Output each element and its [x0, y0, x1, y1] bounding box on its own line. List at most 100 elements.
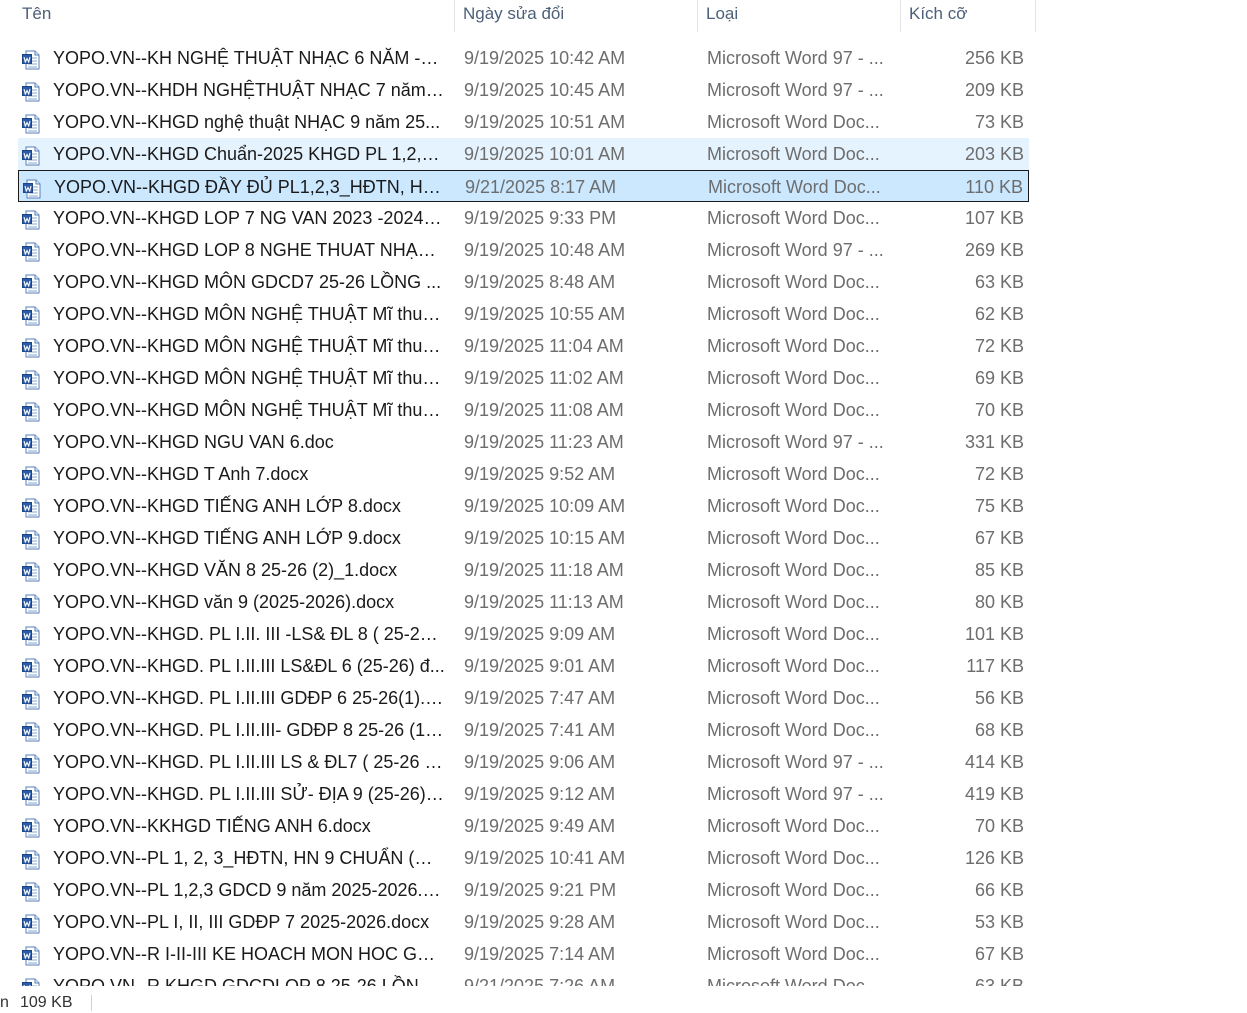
file-size: 85 KB: [974, 560, 1024, 580]
file-row[interactable]: YOPO.VN--KHGD T Anh 7.docx 9/19/2025 9:52…: [18, 458, 1029, 490]
file-size: 62 KB: [974, 304, 1024, 324]
file-row[interactable]: YOPO.VN--KHGD. PL I.II.III GDĐP 6 25-26(…: [18, 682, 1029, 714]
file-row[interactable]: YOPO.VN--KHGD. PL I.II.III- GDĐP 8 25-26…: [18, 714, 1029, 746]
file-row[interactable]: YOPO.VN--KHGD LOP 8 NGHE THUAT NHẠC 8 ..…: [18, 234, 1029, 266]
file-name: YOPO.VN--KHGD MÔN NGHỆ THUẬT Mĩ thuật ..…: [53, 304, 445, 324]
file-size: 67 KB: [974, 528, 1024, 548]
word-document-icon: [22, 976, 40, 986]
file-name: YOPO.VN--KHGD MÔN NGHỆ THUẬT Mĩ thuật ..…: [53, 368, 445, 388]
column-header-date-modified[interactable]: Ngày sửa đổi: [455, 0, 698, 32]
file-row[interactable]: YOPO.VN--KKHGD TIẾNG ANH 6.docx 9/19/2025…: [18, 810, 1029, 842]
file-row[interactable]: YOPO.VN--KHGD LOP 7 NG VAN 2023 -2024 (1…: [18, 202, 1029, 234]
file-row[interactable]: YOPO.VN--KHGD. PL I.II.III SỬ- ĐỊA 9 (25…: [18, 778, 1029, 810]
word-document-icon: [22, 272, 40, 294]
word-document-icon: [22, 144, 40, 166]
file-row[interactable]: YOPO.VN--PL 1, 2, 3_HĐTN, HN 9 CHUẨN (CV…: [18, 842, 1029, 874]
file-date-modified: 9/19/2025 10:45 AM: [464, 80, 626, 100]
file-date-modified: 9/19/2025 11:08 AM: [464, 400, 624, 420]
file-type: Microsoft Word Doc...: [707, 976, 880, 986]
word-document-icon: [22, 48, 40, 70]
file-row[interactable]: YOPO.VN--KHGD. PL I.II.III LS&ĐL 6 (25-2…: [18, 650, 1029, 682]
file-size: 63 KB: [974, 272, 1024, 292]
file-size: 203 KB: [964, 144, 1024, 164]
file-row[interactable]: YOPO.VN--KHGD Chuẩn-2025 KHGD PL 1,2,3 (…: [18, 138, 1029, 170]
file-size: 414 KB: [964, 752, 1024, 772]
file-type: Microsoft Word Doc...: [707, 272, 880, 292]
file-name: YOPO.VN--KHDH NGHỆTHUẬT NHẠC 7 năm 2...: [53, 80, 445, 100]
word-document-icon: [22, 80, 40, 102]
file-date-modified: 9/19/2025 11:02 AM: [464, 368, 624, 388]
status-selected-size: 109 KB: [20, 994, 73, 1011]
file-date-modified: 9/19/2025 7:14 AM: [464, 944, 616, 964]
file-date-modified: 9/19/2025 10:55 AM: [464, 304, 626, 324]
file-row[interactable]: YOPO.VN--KHGD NGU VAN 6.doc 9/19/2025 11:…: [18, 426, 1029, 458]
file-row[interactable]: YOPO.VN--KHGD ĐẦY ĐỦ PL1,2,3_HĐTN, HN 6 …: [18, 170, 1029, 202]
file-name: YOPO.VN--KHGD TIẾNG ANH LỚP 8.docx: [53, 496, 401, 516]
file-name: YOPO.VN--KHGD MÔN NGHỆ THUẬT Mĩ thuật ..…: [53, 400, 445, 420]
column-header-size[interactable]: Kích cỡ: [901, 0, 1036, 32]
file-row[interactable]: YOPO.VN--KHGD VĂN 8 25-26 (2)_1.docx 9/19…: [18, 554, 1029, 586]
file-row[interactable]: YOPO.VN--KHGD nghệ thuật NHẠC 9 năm 25..…: [18, 106, 1029, 138]
file-size: 101 KB: [964, 624, 1024, 644]
word-document-icon: [22, 720, 40, 742]
file-size: 72 KB: [974, 464, 1024, 484]
file-type: Microsoft Word Doc...: [707, 368, 880, 388]
word-document-icon: [22, 464, 40, 486]
file-row[interactable]: YOPO.VN--PL I, II, III GDĐP 7 2025-2026.…: [18, 906, 1029, 938]
word-document-icon: [22, 496, 40, 518]
file-type: Microsoft Word 97 - ...: [707, 784, 884, 804]
file-row[interactable]: YOPO.VN--KHGD MÔN NGHỆ THUẬT Mĩ thuật ..…: [18, 330, 1029, 362]
file-row[interactable]: YOPO.VN--KHDH NGHỆTHUẬT NHẠC 7 năm 2... 9…: [18, 74, 1029, 106]
file-date-modified: 9/19/2025 10:01 AM: [464, 144, 626, 164]
word-document-icon: [23, 177, 41, 199]
file-type: Microsoft Word 97 - ...: [707, 752, 884, 772]
file-date-modified: 9/19/2025 7:47 AM: [464, 688, 616, 708]
file-size: 67 KB: [974, 944, 1024, 964]
file-type: Microsoft Word Doc...: [707, 464, 880, 484]
file-type: Microsoft Word Doc...: [707, 336, 880, 356]
word-document-icon: [22, 752, 40, 774]
file-size: 70 KB: [974, 400, 1024, 420]
column-header-type[interactable]: Loại: [698, 0, 901, 32]
file-name: YOPO.VN--KHGD văn 9 (2025-2026).docx: [53, 592, 395, 612]
file-size: 75 KB: [974, 496, 1024, 516]
file-row[interactable]: YOPO.VN--KHGD MÔN NGHỆ THUẬT Mĩ thuật ..…: [18, 298, 1029, 330]
word-document-icon: [22, 560, 40, 582]
file-type: Microsoft Word Doc...: [707, 144, 880, 164]
file-date-modified: 9/19/2025 9:21 PM: [464, 880, 617, 900]
file-type: Microsoft Word Doc...: [708, 177, 881, 197]
file-size: 63 KB: [974, 976, 1024, 986]
file-row[interactable]: YOPO.VN--KHGD văn 9 (2025-2026).docx 9/19…: [18, 586, 1029, 618]
file-date-modified: 9/19/2025 9:12 AM: [464, 784, 616, 804]
file-row[interactable]: YOPO.VN--KH NGHỆ THUẬT NHẠC 6 NĂM -25-..…: [18, 42, 1029, 74]
file-date-modified: 9/19/2025 10:41 AM: [464, 848, 626, 868]
file-name: YOPO.VN--KHGD MÔN GDCD7 25-26 LỒNG ...: [53, 272, 442, 292]
file-row[interactable]: YOPO.VN--KHGD MÔN GDCD7 25-26 LỒNG ... 9/…: [18, 266, 1029, 298]
file-size: 69 KB: [974, 368, 1024, 388]
file-row[interactable]: YOPO.VN--KHGD MÔN NGHỆ THUẬT Mĩ thuật ..…: [18, 362, 1029, 394]
file-size: 73 KB: [974, 112, 1024, 132]
file-type: Microsoft Word 97 - ...: [707, 432, 884, 452]
file-type: Microsoft Word Doc...: [707, 688, 880, 708]
file-name: YOPO.VN--R KHGD GDCDLOP 8 25-26 LỒNG G..…: [53, 976, 445, 986]
word-document-icon: [22, 688, 40, 710]
file-list[interactable]: YOPO.VN--KH NGHỆ THUẬT NHẠC 6 NĂM -25-..…: [0, 42, 1040, 986]
file-row[interactable]: YOPO.VN--R I-II-III KE HOACH MON HOC GDC…: [18, 938, 1029, 970]
file-date-modified: 9/19/2025 11:23 AM: [464, 432, 624, 452]
file-row[interactable]: YOPO.VN--R KHGD GDCDLOP 8 25-26 LỒNG G..…: [18, 970, 1029, 986]
file-row[interactable]: YOPO.VN--PL 1,2,3 GDCD 9 năm 2025-2026.d…: [18, 874, 1029, 906]
file-size: 56 KB: [974, 688, 1024, 708]
file-row[interactable]: YOPO.VN--KHGD TIẾNG ANH LỚP 9.docx 9/19/2…: [18, 522, 1029, 554]
file-row[interactable]: YOPO.VN--KHGD MÔN NGHỆ THUẬT Mĩ thuật ..…: [18, 394, 1029, 426]
file-row[interactable]: YOPO.VN--KHGD. PL I.II. III -LS& ĐL 8 ( …: [18, 618, 1029, 650]
file-type: Microsoft Word Doc...: [707, 624, 880, 644]
file-type: Microsoft Word Doc...: [707, 880, 880, 900]
file-date-modified: 9/19/2025 9:06 AM: [464, 752, 616, 772]
word-document-icon: [22, 912, 40, 934]
file-date-modified: 9/19/2025 10:51 AM: [464, 112, 626, 132]
file-row[interactable]: YOPO.VN--KHGD TIẾNG ANH LỚP 8.docx 9/19/2…: [18, 490, 1029, 522]
file-row[interactable]: YOPO.VN--KHGD. PL I.II.III LS & ĐL7 ( 25…: [18, 746, 1029, 778]
file-date-modified: 9/19/2025 9:01 AM: [464, 656, 616, 676]
column-header-name[interactable]: Tên: [14, 0, 455, 32]
file-type: Microsoft Word Doc...: [707, 720, 880, 740]
